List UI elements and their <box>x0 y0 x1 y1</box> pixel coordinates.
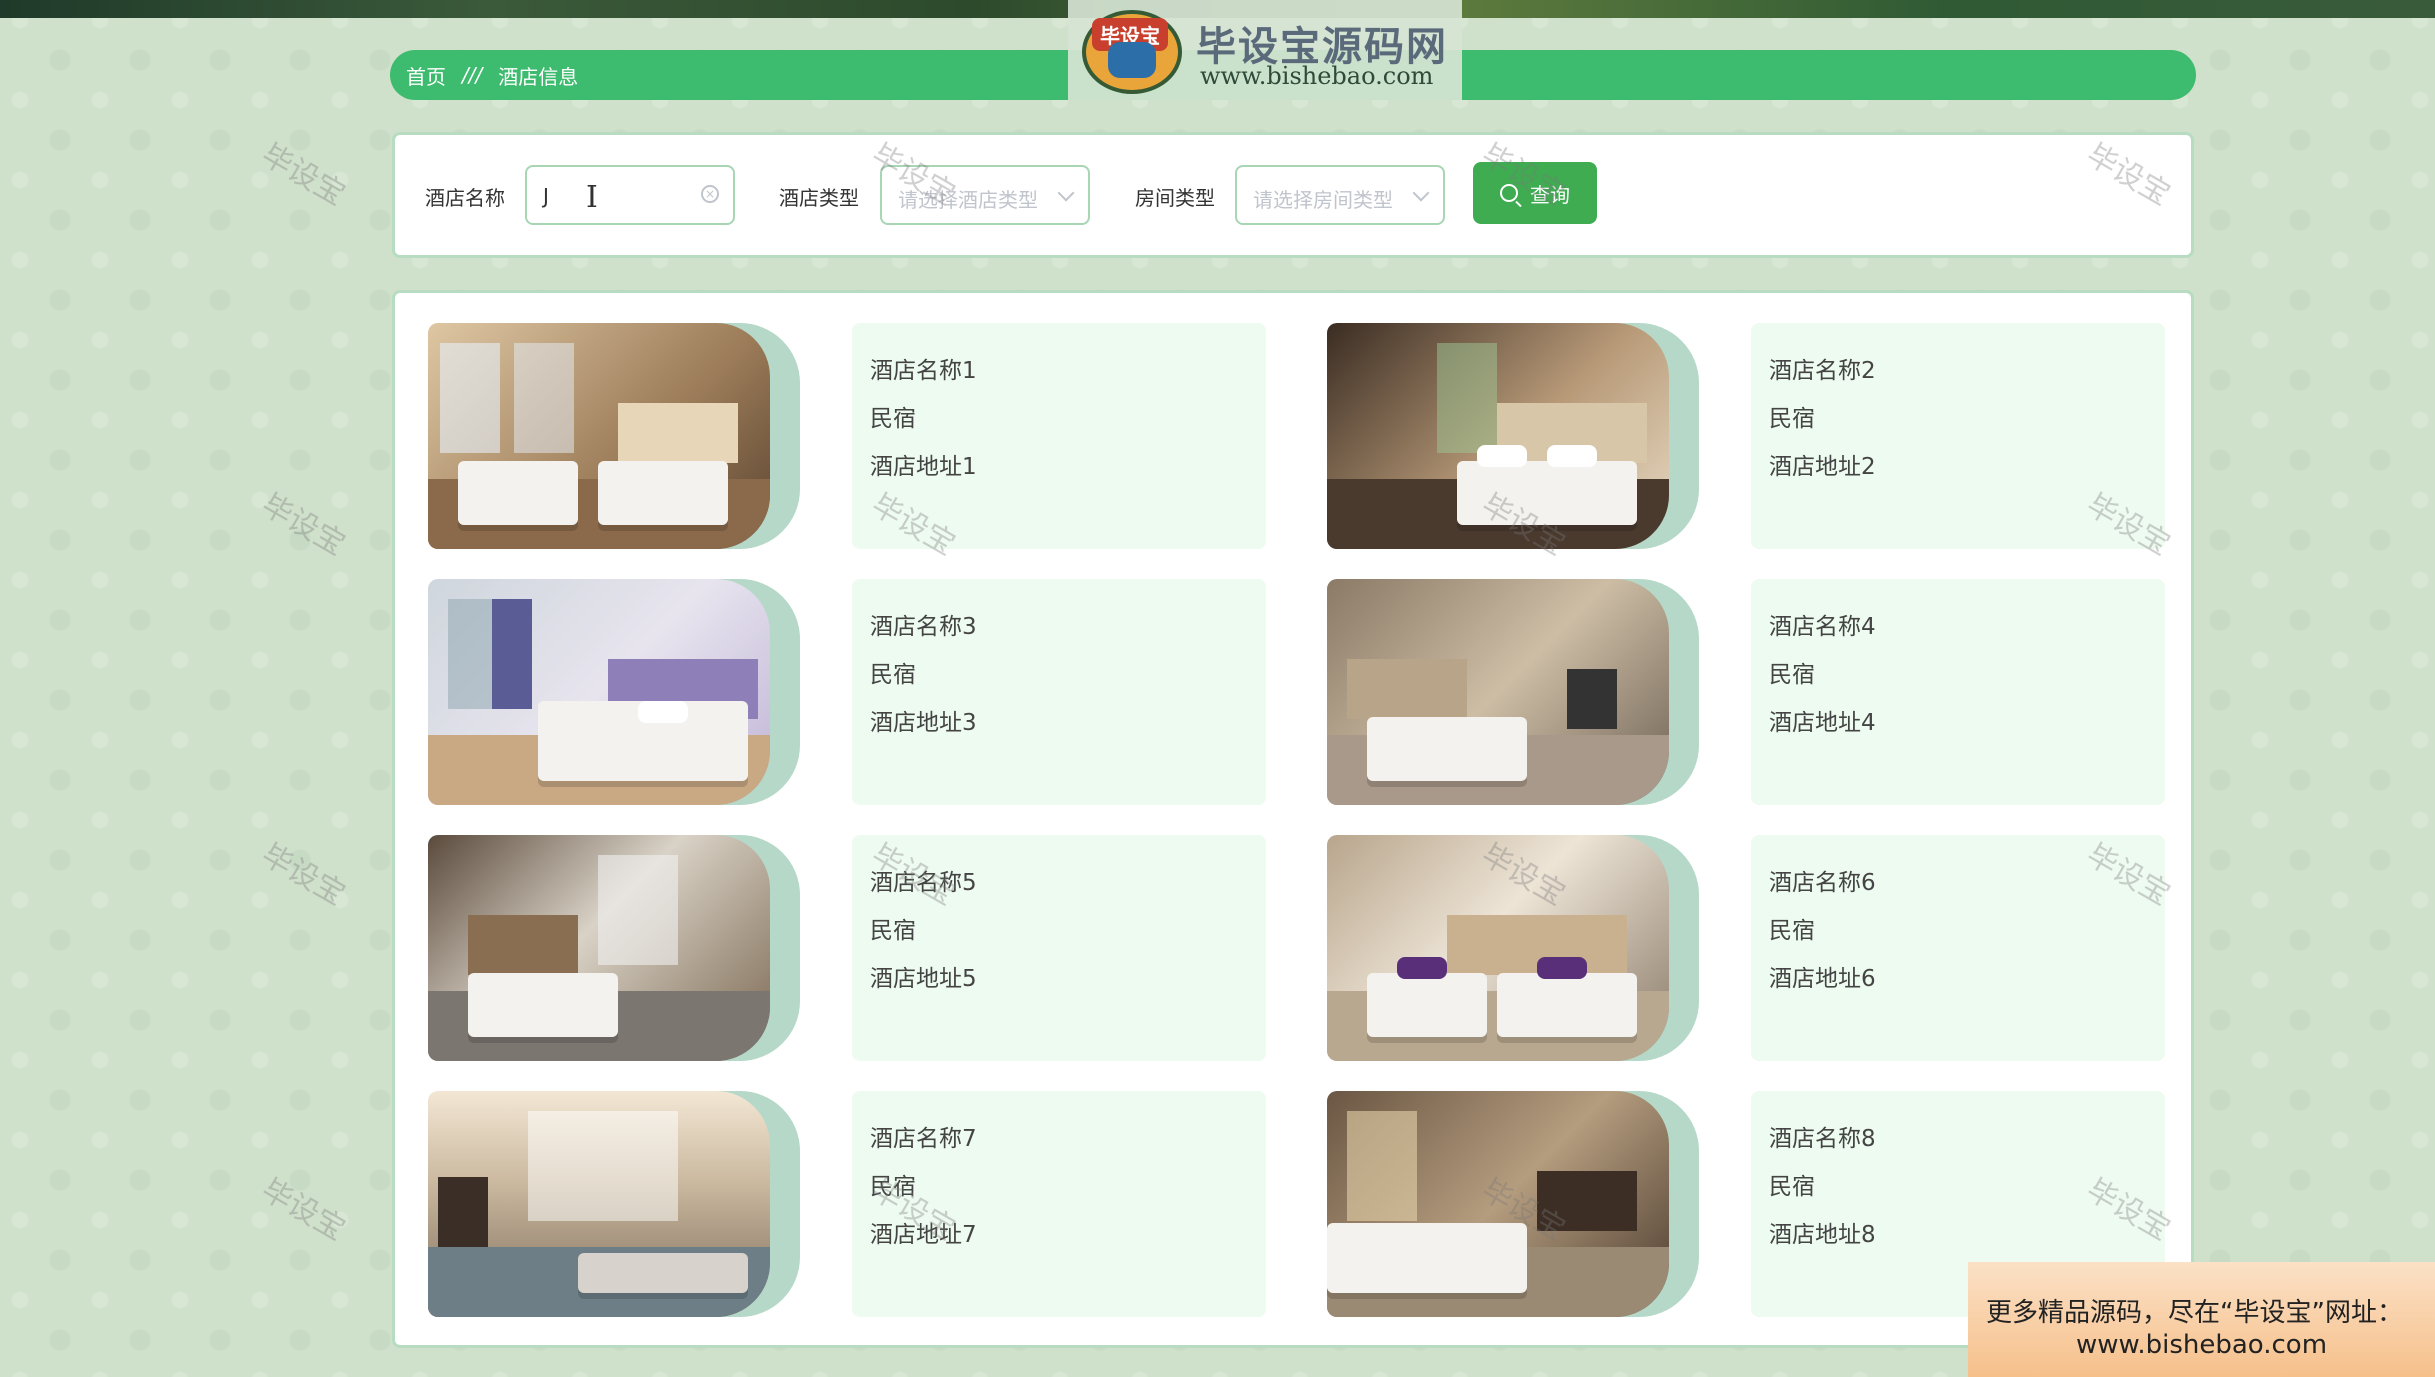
hotel-address: 酒店地址4 <box>1769 710 1876 736</box>
hotel-info: 酒店名称1 民宿 酒店地址1 <box>852 323 1266 549</box>
hotel-address: 酒店地址1 <box>870 454 977 480</box>
hotel-image[interactable] <box>428 579 800 805</box>
hotel-name-input[interactable]: J × <box>525 165 735 225</box>
hotel-address: 酒店地址2 <box>1769 454 1876 480</box>
chevron-down-icon <box>1057 184 1075 202</box>
hotel-card[interactable]: 酒店名称4 民宿 酒店地址4 <box>1327 579 2225 805</box>
room-type-placeholder: 请选择房间类型 <box>1253 188 1393 212</box>
hotel-name: 酒店名称7 <box>870 1126 977 1152</box>
hotel-info: 酒店名称2 民宿 酒店地址2 <box>1751 323 2165 549</box>
hotel-type: 民宿 <box>870 918 916 944</box>
hotel-image[interactable] <box>1327 835 1699 1061</box>
promo-line-2: www.bishebao.com <box>2075 1330 2328 1360</box>
hotel-info: 酒店名称5 民宿 酒店地址5 <box>852 835 1266 1061</box>
hotel-type: 民宿 <box>870 406 916 432</box>
site-logo-watermark: 毕设宝 毕设宝源码网 www.bishebao.com <box>1068 0 1462 100</box>
breadcrumb-home-link[interactable]: 首页 <box>406 61 446 90</box>
hotel-type: 民宿 <box>1769 1174 1815 1200</box>
hotel-type: 民宿 <box>1769 918 1815 944</box>
hotel-type: 民宿 <box>870 662 916 688</box>
query-button[interactable]: 查询 <box>1473 162 1597 224</box>
hotel-card[interactable]: 酒店名称1 民宿 酒店地址1 <box>428 323 1326 549</box>
hotel-image[interactable] <box>428 835 800 1061</box>
hotel-card[interactable]: 酒店名称5 民宿 酒店地址5 <box>428 835 1326 1061</box>
hotel-address: 酒店地址8 <box>1769 1222 1876 1248</box>
hotel-name: 酒店名称3 <box>870 614 977 640</box>
hotel-card[interactable]: 酒店名称3 民宿 酒店地址3 <box>428 579 1326 805</box>
hotel-type: 民宿 <box>870 1174 916 1200</box>
hotel-type: 民宿 <box>1769 406 1815 432</box>
chevron-down-icon <box>1412 184 1430 202</box>
promo-banner: 更多精品源码，尽在“毕设宝”网址： www.bishebao.com <box>1968 1262 2435 1377</box>
room-type-select[interactable]: 请选择房间类型 <box>1235 165 1445 225</box>
text-cursor-icon: I <box>586 180 598 215</box>
hotel-name-input-value: J <box>543 184 549 208</box>
hotel-name: 酒店名称5 <box>870 870 977 896</box>
room-type-label: 房间类型 <box>1135 186 1215 210</box>
hotel-image[interactable] <box>428 1091 800 1317</box>
hotel-info: 酒店名称6 民宿 酒店地址6 <box>1751 835 2165 1061</box>
hotel-name: 酒店名称4 <box>1769 614 1876 640</box>
promo-line-1: 更多精品源码，尽在“毕设宝”网址： <box>1986 1298 2403 1328</box>
watermark-text: 毕设宝 <box>255 487 351 563</box>
clear-icon[interactable]: × <box>701 185 719 203</box>
watermark-text: 毕设宝 <box>255 137 351 213</box>
hotel-type-label: 酒店类型 <box>779 186 859 210</box>
hotel-info: 酒店名称4 民宿 酒店地址4 <box>1751 579 2165 805</box>
hotel-info: 酒店名称3 民宿 酒店地址3 <box>852 579 1266 805</box>
breadcrumb-current: 酒店信息 <box>498 64 579 89</box>
hotel-info: 酒店名称7 民宿 酒店地址7 <box>852 1091 1266 1317</box>
watermark-text: 毕设宝 <box>255 1172 351 1248</box>
query-button-label: 查询 <box>1530 182 1570 207</box>
hotel-address: 酒店地址6 <box>1769 966 1876 992</box>
watermark-text: 毕设宝 <box>255 837 351 913</box>
hotel-type-select[interactable]: 请选择酒店类型 <box>880 165 1090 225</box>
hotel-image[interactable] <box>428 323 800 549</box>
hotel-card[interactable]: 酒店名称7 民宿 酒店地址7 <box>428 1091 1326 1317</box>
hotel-image[interactable] <box>1327 323 1699 549</box>
hotel-address: 酒店地址3 <box>870 710 977 736</box>
hotel-name: 酒店名称6 <box>1769 870 1876 896</box>
search-panel: 酒店名称 J × 酒店类型 请选择酒店类型 房间类型 请选择房间类型 <box>392 132 2194 258</box>
hotel-name-label: 酒店名称 <box>425 186 505 210</box>
hotel-card[interactable]: 酒店名称2 民宿 酒店地址2 <box>1327 323 2225 549</box>
hotel-address: 酒店地址5 <box>870 966 977 992</box>
hotel-image[interactable] <box>1327 1091 1699 1317</box>
hotel-address: 酒店地址7 <box>870 1222 977 1248</box>
breadcrumb-separator: /// <box>462 63 483 87</box>
hotel-type-placeholder: 请选择酒店类型 <box>898 188 1038 212</box>
search-icon <box>1500 184 1518 202</box>
logo-badge-icon: 毕设宝 <box>1082 10 1182 94</box>
hotel-type: 民宿 <box>1769 662 1815 688</box>
hotel-name: 酒店名称2 <box>1769 358 1876 384</box>
hotel-name: 酒店名称8 <box>1769 1126 1876 1152</box>
logo-url: www.bishebao.com <box>1200 62 1434 90</box>
hotel-image[interactable] <box>1327 579 1699 805</box>
hotel-card[interactable]: 酒店名称6 民宿 酒店地址6 <box>1327 835 2225 1061</box>
hotel-name: 酒店名称1 <box>870 358 977 384</box>
